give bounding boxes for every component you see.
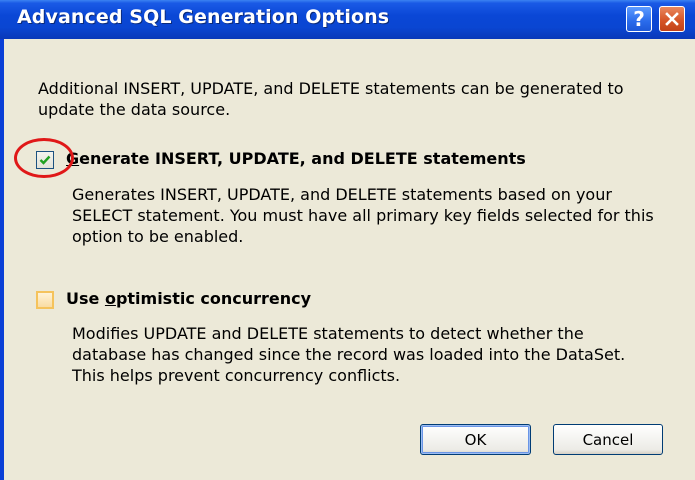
optimistic-desc-line-3: This helps prevent concurrency conflicts… bbox=[72, 366, 401, 385]
optimistic-label-pre: Use bbox=[66, 289, 105, 308]
intro-line-2: update the data source. bbox=[38, 100, 231, 119]
close-icon bbox=[665, 12, 679, 26]
generate-desc-line-2: SELECT statement. You must have all prim… bbox=[72, 206, 654, 225]
cancel-button[interactable]: Cancel bbox=[553, 424, 663, 455]
help-icon: ? bbox=[633, 7, 645, 31]
intro-line-1: Additional INSERT, UPDATE, and DELETE st… bbox=[38, 79, 624, 98]
optimistic-mnemonic: o bbox=[104, 289, 116, 308]
generate-statements-label[interactable]: Generate INSERT, UPDATE, and DELETE stat… bbox=[66, 149, 526, 168]
generate-label-text: enerate INSERT, UPDATE, and DELETE state… bbox=[79, 149, 526, 168]
help-button[interactable]: ? bbox=[626, 6, 652, 32]
annotation-circle bbox=[14, 138, 74, 178]
ok-button[interactable]: OK bbox=[420, 424, 531, 455]
cancel-button-label: Cancel bbox=[582, 430, 634, 449]
dialog-window: Advanced SQL Generation Options ? Additi… bbox=[0, 0, 695, 480]
generate-desc-line-1: Generates INSERT, UPDATE, and DELETE sta… bbox=[72, 185, 612, 204]
optimistic-concurrency-label[interactable]: Use optimistic concurrency bbox=[66, 289, 311, 308]
close-button[interactable] bbox=[659, 6, 685, 32]
optimistic-desc-line-1: Modifies UPDATE and DELETE statements to… bbox=[72, 324, 584, 343]
ok-button-label: OK bbox=[464, 430, 487, 449]
optimistic-concurrency-checkbox[interactable] bbox=[36, 291, 54, 309]
generate-desc-line-3: option to be enabled. bbox=[72, 227, 244, 246]
dialog-title: Advanced SQL Generation Options bbox=[17, 6, 390, 28]
title-bar[interactable]: Advanced SQL Generation Options ? bbox=[0, 0, 695, 39]
optimistic-label-text: ptimistic concurrency bbox=[115, 289, 312, 308]
optimistic-desc-line-2: database has changed since the record wa… bbox=[72, 345, 626, 364]
